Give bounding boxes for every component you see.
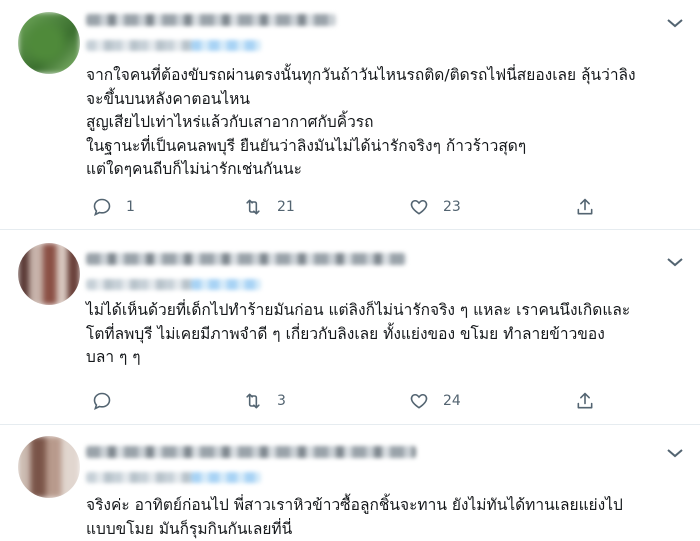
tweet-actions: 1 21 23 xyxy=(86,195,606,219)
tweet-text-line: จากใจคนที่ต้องขับรถผ่านตรงนั้นทุกวันถ้าว… xyxy=(86,66,636,84)
like-icon xyxy=(409,391,429,411)
user-display-name[interactable] xyxy=(86,14,336,26)
more-chevron-icon[interactable] xyxy=(664,255,686,269)
retweet-icon xyxy=(243,197,263,217)
more-chevron-icon[interactable] xyxy=(664,446,686,460)
tweet-text: จริงค่ะ อาทิตย์ก่อนไป พี่สาวเราหิวข้าวซื… xyxy=(86,494,686,541)
tweet-2[interactable]: ไม่ได้เห็นด้วยที่เด็กไปทำร้ายมันก่อน แต่… xyxy=(0,229,700,425)
tweet-text-line: ไม่ได้เห็นด้วยที่เด็กไปทำร้ายมันก่อน แต่… xyxy=(86,301,631,319)
tweet-text-line: แต่ใดๆคนถีบก็ไม่น่ารักเช่นกันนะ xyxy=(86,160,302,178)
reply-button[interactable] xyxy=(92,389,112,413)
reply-button[interactable]: 1 xyxy=(92,195,135,219)
tweet-1[interactable]: จากใจคนที่ต้องขับรถผ่านตรงนั้นทุกวันถ้าว… xyxy=(0,0,700,230)
like-icon xyxy=(409,197,429,217)
tweet-text-line: ในฐานะที่เป็นคนลพบุรี ยืนยันว่าลิงมันไม่… xyxy=(86,136,527,155)
share-button[interactable] xyxy=(575,195,595,219)
tweet-actions: 3 24 xyxy=(86,389,606,413)
reply-icon xyxy=(92,197,112,217)
user-handle[interactable] xyxy=(86,40,261,51)
avatar[interactable] xyxy=(18,436,80,498)
like-button[interactable]: 23 xyxy=(409,195,461,219)
tweet-text: จากใจคนที่ต้องขับรถผ่านตรงนั้นทุกวันถ้าว… xyxy=(86,64,686,182)
tweet-text-line: บลา ๆ ๆ xyxy=(86,348,141,366)
tweet-text-line: แบบขโมย มันก็รุมกินกันเลยที่นี่ xyxy=(86,519,293,538)
user-display-name[interactable] xyxy=(86,446,416,458)
share-icon xyxy=(575,391,595,411)
reply-icon xyxy=(92,391,112,411)
retweet-button[interactable]: 3 xyxy=(243,389,286,413)
user-handle[interactable] xyxy=(86,472,261,483)
retweet-button[interactable]: 21 xyxy=(243,195,295,219)
tweet-text-line: จะขึ้นบนหลังคาตอนไหน xyxy=(86,89,250,108)
share-icon xyxy=(575,197,595,217)
like-count: 23 xyxy=(443,199,461,215)
retweet-count: 3 xyxy=(277,393,286,409)
avatar[interactable] xyxy=(18,12,80,74)
user-display-name[interactable] xyxy=(86,253,406,265)
more-chevron-icon[interactable] xyxy=(664,16,686,30)
reply-count: 1 xyxy=(126,199,135,215)
tweet-text-line: จริงค่ะ อาทิตย์ก่อนไป พี่สาวเราหิวข้าวซื… xyxy=(86,496,623,514)
like-count: 24 xyxy=(443,393,461,409)
tweet-text-line: สูญเสียไปเท่าไหร่แล้วกับเสาอากาศกับคิ้วร… xyxy=(86,113,374,131)
tweet-3[interactable]: จริงค่ะ อาทิตย์ก่อนไป พี่สาวเราหิวข้าวซื… xyxy=(0,424,700,541)
avatar[interactable] xyxy=(18,243,80,305)
tweet-text: ไม่ได้เห็นด้วยที่เด็กไปทำร้ายมันก่อน แต่… xyxy=(86,299,686,370)
retweet-count: 21 xyxy=(277,199,295,215)
user-handle[interactable] xyxy=(86,279,261,290)
like-button[interactable]: 24 xyxy=(409,389,461,413)
share-button[interactable] xyxy=(575,389,595,413)
tweet-text-line: โตที่ลพบุรี ไม่เคยมีภาพจำดี ๆ เกี่ยวกับล… xyxy=(86,324,605,343)
retweet-icon xyxy=(243,391,263,411)
